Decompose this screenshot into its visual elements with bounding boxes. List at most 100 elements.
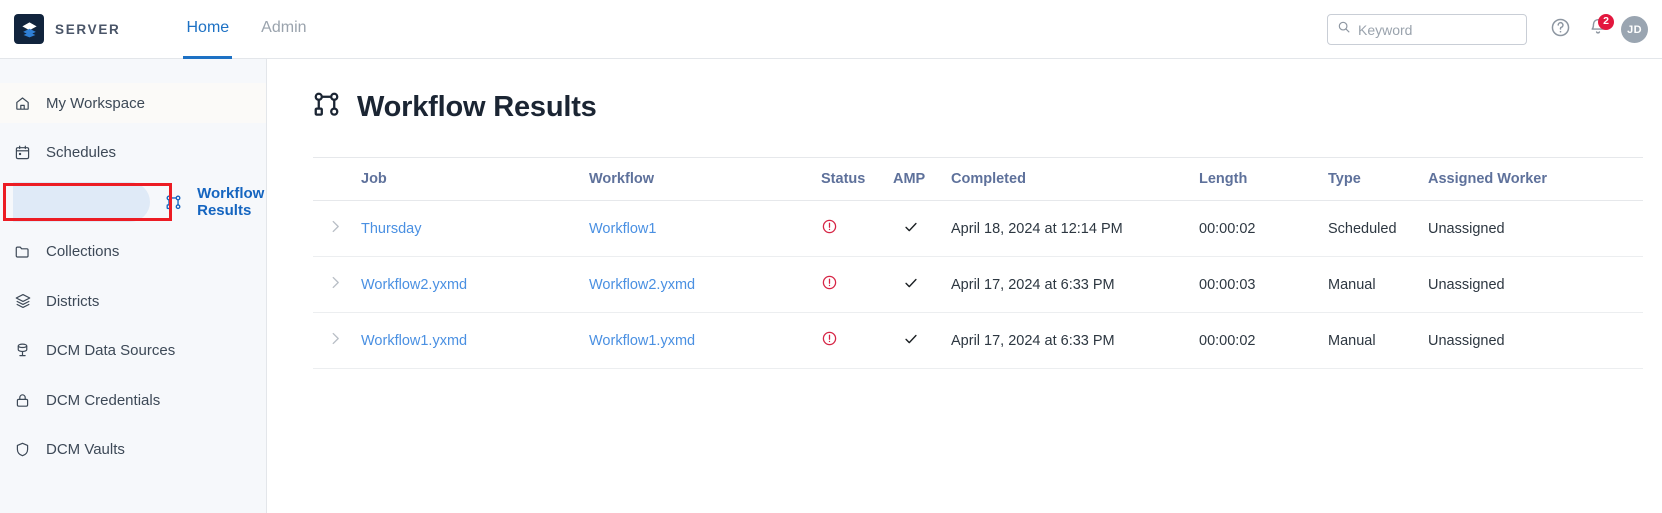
table-row: Workflow2.yxmd Workflow2.yxmd April 17, … [313,256,1643,313]
chevron-right-icon[interactable] [313,276,340,292]
sidebar-item-label: Collections [46,243,120,260]
sidebar-item-dcm-vaults[interactable]: DCM Vaults [0,430,266,470]
cell-length: 00:00:02 [1199,200,1328,257]
sidebar-item-label: DCM Data Sources [46,342,176,359]
tab-home[interactable]: Home [183,0,233,59]
search-icon [1337,20,1351,39]
sidebar-item-label: Workflow Results [197,185,265,219]
chevron-right-icon[interactable] [313,332,340,348]
sidebar-item-label: Districts [46,292,100,310]
cell-job[interactable]: Workflow2.yxmd [361,256,589,313]
check-icon [903,219,951,239]
top-navigation-bar: SERVER Home Admin Keyword 2 JD [0,0,1662,59]
chevron-right-icon[interactable] [313,220,340,236]
sidebar-item-label: My Workspace [46,94,145,112]
sidebar-item-dcm-credentials[interactable]: DCM Credentials [0,380,266,420]
sidebar: My Workspace Schedules Workflow Results … [0,59,267,513]
error-circle-icon [821,274,893,295]
cell-completed: April 17, 2024 at 6:33 PM [951,312,1199,369]
shield-icon [13,440,32,459]
table-header-row: Job Workflow Status AMP Completed Length… [313,157,1643,201]
workflow-link[interactable]: Workflow1 [589,221,656,237]
column-header-type[interactable]: Type [1328,157,1428,201]
layers-icon [13,292,32,311]
column-header-job[interactable]: Job [361,157,589,201]
notifications-button[interactable]: 2 [1579,11,1617,49]
sidebar-item-label: Schedules [46,144,117,161]
sidebar-item-label: DCM Vaults [46,441,125,458]
column-header-amp[interactable]: AMP [893,157,951,201]
column-header-length[interactable]: Length [1199,157,1328,201]
top-bar-actions: 2 JD [1327,0,1662,59]
folder-icon [13,242,32,261]
sidebar-item-dcm-data-sources[interactable]: DCM Data Sources [0,331,266,371]
table-row: Thursday Workflow1 April 18, 2024 at 12:… [313,200,1643,257]
main-tabs: Home Admin [183,0,309,59]
row-expander-cell[interactable] [313,312,361,369]
sidebar-item-collections[interactable]: Collections [0,232,266,272]
main-content: Workflow Results Job Workflow Status AMP… [268,59,1662,513]
cell-status [821,200,893,257]
layers-logo-icon [14,14,44,44]
cell-status [821,312,893,369]
cell-completed: April 17, 2024 at 6:33 PM [951,256,1199,313]
page-header: Workflow Results [312,90,1662,124]
workflow-icon [164,193,183,212]
cell-amp [893,200,951,257]
workflow-results-table: Job Workflow Status AMP Completed Length… [313,157,1643,369]
lock-icon [13,391,32,410]
cell-job[interactable]: Thursday [361,200,589,257]
error-circle-icon [821,218,893,239]
cell-length: 00:00:02 [1199,312,1328,369]
column-header-assigned-worker[interactable]: Assigned Worker [1428,157,1643,201]
column-header-workflow[interactable]: Workflow [589,157,821,201]
cell-amp [893,256,951,313]
row-expander-cell[interactable] [313,200,361,257]
column-header-completed[interactable]: Completed [951,157,1199,201]
cell-workflow[interactable]: Workflow1 [589,200,821,257]
sidebar-selection-pill [13,182,151,222]
row-expander-cell[interactable] [313,256,361,313]
column-header-status[interactable]: Status [821,157,893,201]
cell-job[interactable]: Workflow1.yxmd [361,312,589,369]
tab-admin[interactable]: Admin [258,0,309,59]
job-link[interactable]: Workflow2.yxmd [361,277,467,293]
check-icon [903,331,951,351]
search-input[interactable] [1358,21,1517,38]
cell-completed: April 18, 2024 at 12:14 PM [951,200,1199,257]
cell-length: 00:00:03 [1199,256,1328,313]
home-icon [13,94,32,113]
brand-name: SERVER [55,21,121,37]
avatar[interactable]: JD [1621,16,1648,43]
job-link[interactable]: Workflow1.yxmd [361,333,467,349]
cell-assigned-worker: Unassigned [1428,312,1643,369]
workflow-icon [312,90,341,124]
notification-badge: 2 [1598,13,1614,30]
column-header-expander [313,157,361,201]
calendar-icon [13,143,32,162]
cell-assigned-worker: Unassigned [1428,256,1643,313]
brand[interactable]: SERVER [14,14,120,44]
cell-type: Manual [1328,256,1428,313]
cell-status [821,256,893,313]
workflow-link[interactable]: Workflow1.yxmd [589,333,695,349]
cell-workflow[interactable]: Workflow1.yxmd [589,312,821,369]
page-title: Workflow Results [357,90,597,123]
sidebar-item-workflow-results[interactable]: Workflow Results [0,182,266,222]
database-icon [13,341,32,360]
search-box[interactable] [1327,14,1527,45]
job-link[interactable]: Thursday [361,221,421,237]
cell-workflow[interactable]: Workflow2.yxmd [589,256,821,313]
cell-type: Scheduled [1328,200,1428,257]
workflow-link[interactable]: Workflow2.yxmd [589,277,695,293]
check-icon [903,275,951,295]
cell-type: Manual [1328,312,1428,369]
cell-amp [893,312,951,369]
help-button[interactable] [1541,11,1579,49]
sidebar-item-districts[interactable]: Districts [0,281,266,321]
table-row: Workflow1.yxmd Workflow1.yxmd April 17, … [313,312,1643,369]
sidebar-item-label: DCM Credentials [46,391,161,409]
sidebar-item-schedules[interactable]: Schedules [0,133,266,173]
sidebar-item-my-workspace[interactable]: My Workspace [0,83,266,123]
help-circle-icon [1550,17,1571,43]
